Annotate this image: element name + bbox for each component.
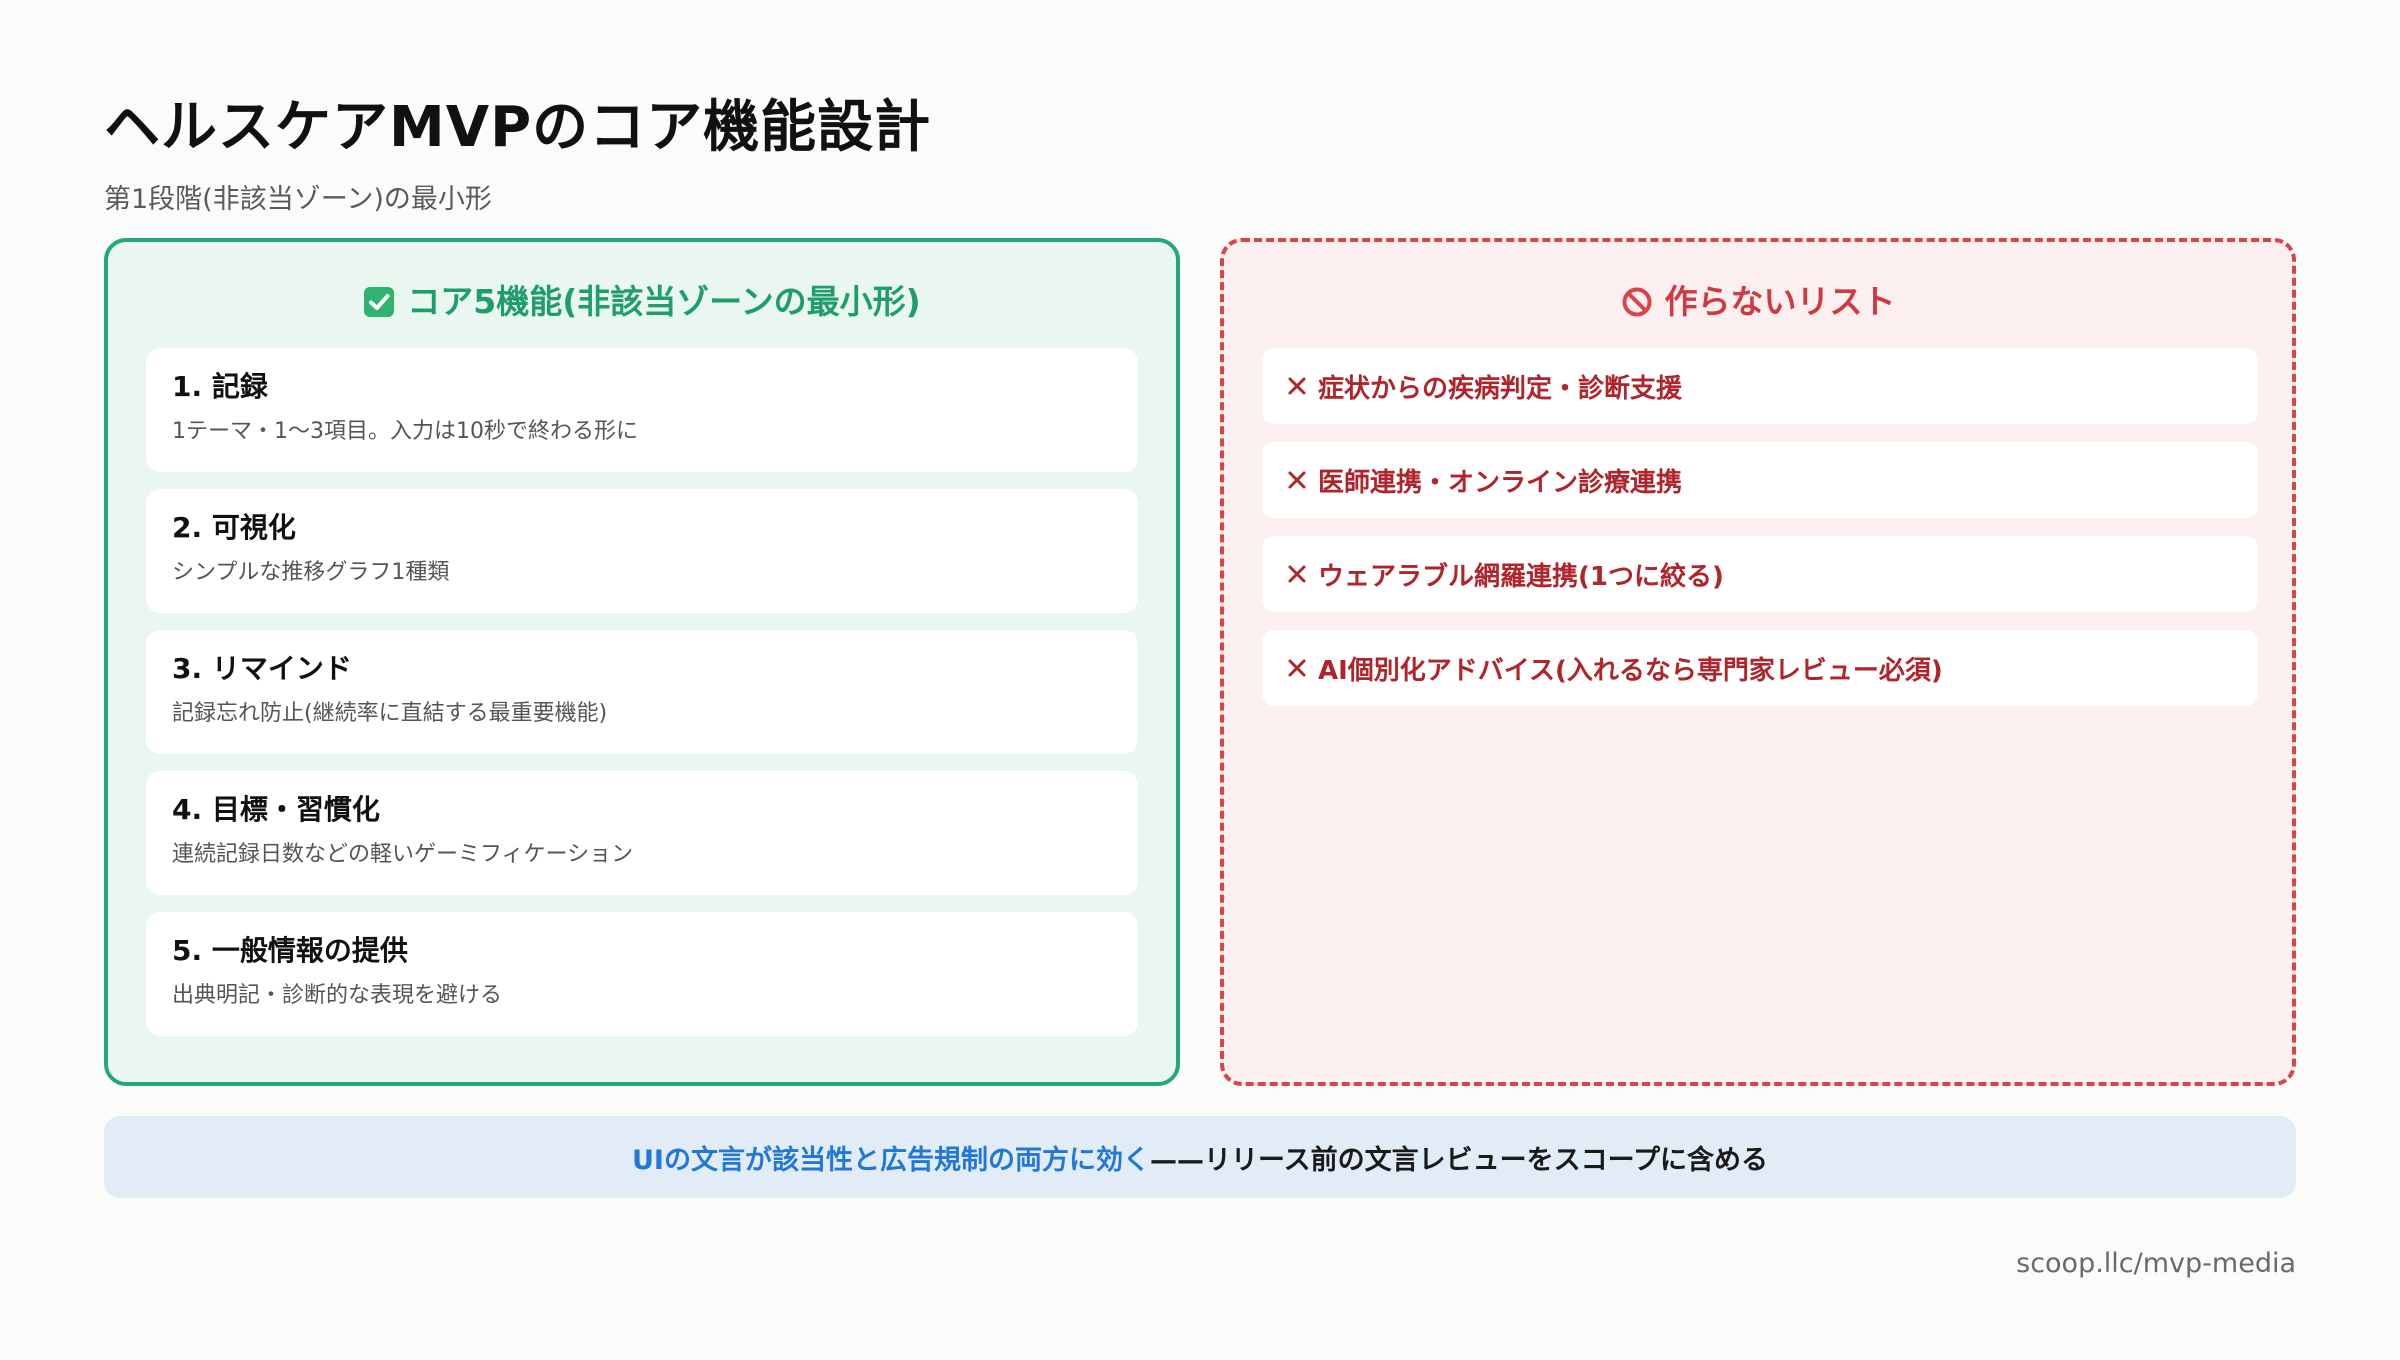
core-features-heading: コア5機能(非該当ゾーンの最小形) [108, 278, 1176, 326]
cross-icon [1288, 471, 1306, 489]
page-subtitle: 第1段階(非該当ゾーン)の最小形 [104, 184, 492, 215]
feature-card: 2. 可視化 シンプルな推移グラフ1種類 [146, 489, 1138, 613]
list-item-label: AI個別化アドバイス(入れるなら専門家レビュー必須) [1318, 655, 1943, 686]
list-item-label: 医師連携・オンライン診療連携 [1318, 467, 1683, 498]
feature-description: シンプルな推移グラフ1種類 [172, 560, 450, 585]
feature-title: 4. 目標・習慣化 [172, 793, 380, 826]
feature-card: 1. 記録 1テーマ・1〜3項目。入力は10秒で終わる形に [146, 348, 1138, 472]
feature-title: 2. 可視化 [172, 511, 296, 544]
list-item: 医師連携・オンライン診療連携 [1262, 442, 2258, 518]
core-features-heading-label: コア5機能(非該当ゾーンの最小形) [407, 282, 921, 321]
banner-text: ——リリース前の文言レビューをスコープに含める [1149, 1144, 1768, 1176]
feature-description: 出典明記・診断的な表現を避ける [172, 983, 503, 1008]
footer-url: scoop.llc/mvp-media [2016, 1248, 2296, 1279]
cross-icon [1288, 565, 1306, 583]
list-item: ウェアラブル網羅連携(1つに絞る) [1262, 536, 2258, 612]
feature-description: 1テーマ・1〜3項目。入力は10秒で終わる形に [172, 419, 638, 444]
feature-description: 記録忘れ防止(継続率に直結する最重要機能) [172, 701, 608, 726]
prohibited-icon [1622, 287, 1651, 317]
page-title: ヘルスケアMVPのコア機能設計 [104, 95, 932, 160]
list-item: AI個別化アドバイス(入れるなら専門家レビュー必須) [1262, 630, 2258, 706]
banner-highlight: UIの文言が該当性と広告規制の両方に効く [631, 1144, 1150, 1176]
check-box-icon [364, 287, 395, 317]
do-not-build-panel: 作らないリスト 症状からの疾病判定・診断支援 医師連携・オンライン診療連携 ウェ… [1220, 238, 2296, 1086]
do-not-build-heading-label: 作らないリスト [1664, 282, 1896, 321]
feature-card: 4. 目標・習慣化 連続記録日数などの軽いゲーミフィケーション [146, 771, 1138, 895]
feature-title: 1. 記録 [172, 370, 268, 403]
key-message-banner: UIの文言が該当性と広告規制の両方に効く ——リリース前の文言レビューをスコープに… [104, 1116, 2296, 1198]
feature-title: 3. リマインド [172, 652, 352, 685]
cross-icon [1288, 659, 1306, 677]
list-item-label: ウェアラブル網羅連携(1つに絞る) [1318, 561, 1724, 592]
do-not-build-heading: 作らないリスト [1224, 278, 2292, 326]
cross-icon [1288, 377, 1306, 395]
feature-description: 連続記録日数などの軽いゲーミフィケーション [172, 842, 634, 867]
list-item-label: 症状からの疾病判定・診断支援 [1318, 373, 1683, 404]
feature-card: 3. リマインド 記録忘れ防止(継続率に直結する最重要機能) [146, 630, 1138, 754]
list-item: 症状からの疾病判定・診断支援 [1262, 348, 2258, 424]
core-features-panel: コア5機能(非該当ゾーンの最小形) 1. 記録 1テーマ・1〜3項目。入力は10… [104, 238, 1180, 1086]
feature-card: 5. 一般情報の提供 出典明記・診断的な表現を避ける [146, 912, 1138, 1036]
feature-title: 5. 一般情報の提供 [172, 934, 408, 967]
